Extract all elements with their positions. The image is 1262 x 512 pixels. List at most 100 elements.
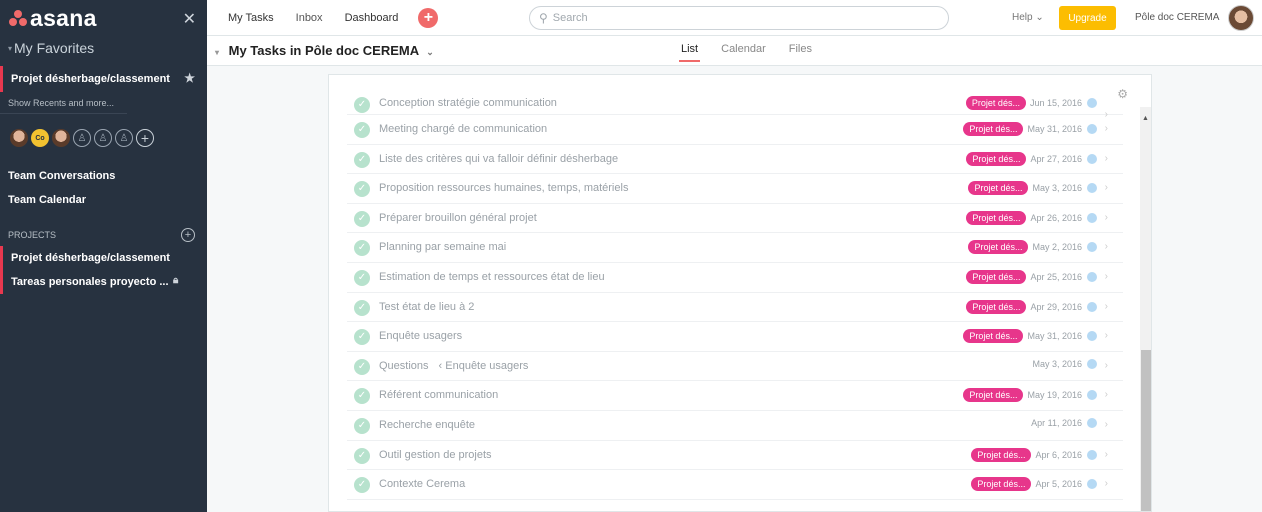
avatar[interactable]	[1228, 5, 1254, 31]
chevron-right-icon[interactable]: ›	[1105, 153, 1108, 164]
task-name[interactable]: Préparer brouillon général projet	[379, 212, 537, 224]
user-placeholder-icon[interactable]: ♙	[94, 129, 112, 147]
project-tag[interactable]: Projet dés...	[963, 329, 1024, 344]
parent-task-link[interactable]: ‹ Enquête usagers	[439, 360, 529, 372]
chevron-right-icon[interactable]: ›	[1105, 449, 1108, 460]
assignee-dot-icon[interactable]	[1087, 212, 1097, 223]
task-name[interactable]: Questions ‹ Enquête usagers	[379, 360, 528, 372]
project-tag[interactable]: Projet dés...	[971, 477, 1032, 492]
upgrade-button[interactable]: Upgrade	[1059, 6, 1116, 30]
org-switcher[interactable]: Pôle doc CEREMA	[1135, 12, 1219, 23]
task-row[interactable]: ✓ Référent communication Projet dés... May …	[347, 381, 1123, 411]
due-date[interactable]: Apr 11, 2016	[1031, 418, 1082, 428]
due-date[interactable]: Apr 5, 2016	[1035, 479, 1082, 489]
my-tasks-link[interactable]: My Tasks	[228, 12, 274, 24]
assignee-dot-icon[interactable]	[1087, 124, 1097, 134]
task-name[interactable]: Enquête usagers	[379, 330, 462, 342]
complete-checkbox-icon[interactable]: ✓	[354, 299, 370, 316]
tab-files[interactable]: Files	[789, 43, 812, 55]
assignee-dot-icon[interactable]	[1087, 271, 1097, 282]
complete-checkbox-icon[interactable]: ✓	[354, 181, 370, 198]
complete-checkbox-icon[interactable]: ✓	[354, 151, 370, 168]
user-placeholder-icon[interactable]: ♙	[73, 129, 91, 147]
complete-checkbox-icon[interactable]: ✓	[354, 122, 370, 138]
assignee-dot-icon[interactable]	[1087, 153, 1097, 164]
close-sidebar-icon[interactable]: ✕	[183, 9, 196, 29]
avatar[interactable]	[10, 129, 28, 147]
gear-icon[interactable]: ⚙	[1117, 87, 1128, 101]
task-row[interactable]: ✓ Conception stratégie communication Proje…	[347, 96, 1123, 120]
scrollbar-thumb[interactable]	[1141, 350, 1151, 511]
task-row[interactable]: ✓ Enquête usagers Projet dés... May 31, 201…	[347, 322, 1123, 352]
task-name[interactable]: Liste des critères qui va falloir défini…	[379, 153, 618, 165]
task-row[interactable]: ✓ Préparer brouillon général projet Projet…	[347, 204, 1123, 234]
assignee-dot-icon[interactable]	[1087, 479, 1097, 490]
project-tag[interactable]: Projet dés...	[968, 181, 1029, 196]
team-conversations-link[interactable]: Team Conversations	[0, 164, 207, 188]
complete-checkbox-icon[interactable]: ✓	[354, 417, 370, 434]
due-date[interactable]: Apr 29, 2016	[1030, 302, 1082, 312]
task-name[interactable]: Test état de lieu à 2	[379, 301, 474, 313]
task-row[interactable]: ✓ Proposition ressources humaines, temps,…	[347, 174, 1123, 204]
tab-list[interactable]: List	[678, 43, 701, 62]
project-tag[interactable]: Projet dés...	[963, 122, 1024, 136]
complete-checkbox-icon[interactable]: ✓	[354, 269, 370, 286]
due-date[interactable]: Apr 26, 2016	[1030, 213, 1082, 223]
logo-text[interactable]: asana	[30, 5, 97, 32]
due-date[interactable]: May 31, 2016	[1027, 331, 1082, 341]
chevron-right-icon[interactable]: ›	[1105, 123, 1108, 134]
star-icon[interactable]: ★	[184, 71, 195, 85]
assignee-dot-icon[interactable]	[1087, 331, 1097, 342]
add-member-icon[interactable]: +	[136, 129, 154, 147]
assignee-dot-icon[interactable]	[1087, 301, 1097, 312]
due-date[interactable]: May 2, 2016	[1032, 242, 1082, 252]
scroll-up-icon[interactable]: ▲	[1142, 115, 1149, 122]
chevron-right-icon[interactable]: ›	[1105, 419, 1108, 430]
task-name[interactable]: Recherche enquête	[379, 419, 475, 431]
task-name[interactable]: Meeting chargé de communication	[379, 123, 547, 135]
assignee-dot-icon[interactable]	[1087, 98, 1097, 108]
task-name[interactable]: Proposition ressources humaines, temps, …	[379, 182, 628, 194]
task-name[interactable]: Référent communication	[379, 389, 498, 401]
favorites-header[interactable]: ▾ My Favorites	[0, 36, 207, 60]
due-date[interactable]: May 3, 2016	[1032, 359, 1082, 369]
project-tag[interactable]: Projet dés...	[963, 388, 1024, 403]
task-row[interactable]: ✓ Meeting chargé de communication Projet d…	[347, 115, 1123, 145]
user-placeholder-icon[interactable]: ♙	[115, 129, 133, 147]
team-calendar-link[interactable]: Team Calendar	[0, 188, 207, 212]
task-row[interactable]: ✓ Outil gestion de projets Projet dés... Ap…	[347, 441, 1123, 471]
chevron-right-icon[interactable]: ›	[1105, 271, 1108, 282]
favorite-item-projet[interactable]: Projet désherbage/classement ★	[0, 66, 207, 92]
due-date[interactable]: May 3, 2016	[1032, 183, 1082, 193]
task-row[interactable]: ✓ Liste des critères qui va falloir défin…	[347, 145, 1123, 175]
due-date[interactable]: Jun 15, 2016	[1030, 98, 1082, 108]
project-tag[interactable]: Projet dés...	[966, 151, 1027, 166]
task-row[interactable]: ✓ Test état de lieu à 2 Projet dés... Apr 2…	[347, 293, 1123, 323]
assignee-dot-icon[interactable]	[1087, 242, 1097, 253]
task-name[interactable]: Conception stratégie communication	[379, 97, 557, 109]
complete-checkbox-icon[interactable]: ✓	[354, 329, 370, 346]
due-date[interactable]: May 31, 2016	[1027, 124, 1082, 134]
task-row[interactable]: ✓ Estimation de temps et ressources état …	[347, 263, 1123, 293]
chevron-right-icon[interactable]: ›	[1105, 182, 1108, 193]
project-tag[interactable]: Projet dés...	[966, 269, 1027, 284]
project-tag[interactable]: Projet dés...	[966, 210, 1027, 225]
task-row[interactable]: ✓ Contexte Cerema Projet dés... Apr 5, 2016…	[347, 470, 1123, 500]
due-date[interactable]: Apr 25, 2016	[1030, 272, 1082, 282]
assignee-dot-icon[interactable]	[1087, 417, 1097, 428]
project-tag[interactable]: Projet dés...	[968, 240, 1029, 255]
chevron-right-icon[interactable]: ›	[1105, 301, 1108, 312]
show-recents-link[interactable]: Show Recents and more...	[0, 92, 127, 114]
avatar[interactable]: Co	[31, 129, 49, 147]
tab-calendar[interactable]: Calendar	[721, 43, 766, 55]
complete-checkbox-icon[interactable]: ✓	[354, 210, 370, 227]
task-row[interactable]: ✓ Recherche enquête Apr 11, 2016 ›	[347, 411, 1123, 441]
asana-logo-icon[interactable]	[8, 10, 28, 26]
assignee-dot-icon[interactable]	[1087, 183, 1097, 194]
avatar[interactable]	[52, 129, 70, 147]
complete-checkbox-icon[interactable]: ✓	[354, 477, 370, 494]
assignee-dot-icon[interactable]	[1087, 449, 1097, 460]
search-input[interactable]: ⚲ Search	[529, 6, 949, 30]
project-tag[interactable]: Projet dés...	[971, 447, 1032, 462]
due-date[interactable]: Apr 27, 2016	[1030, 154, 1082, 164]
